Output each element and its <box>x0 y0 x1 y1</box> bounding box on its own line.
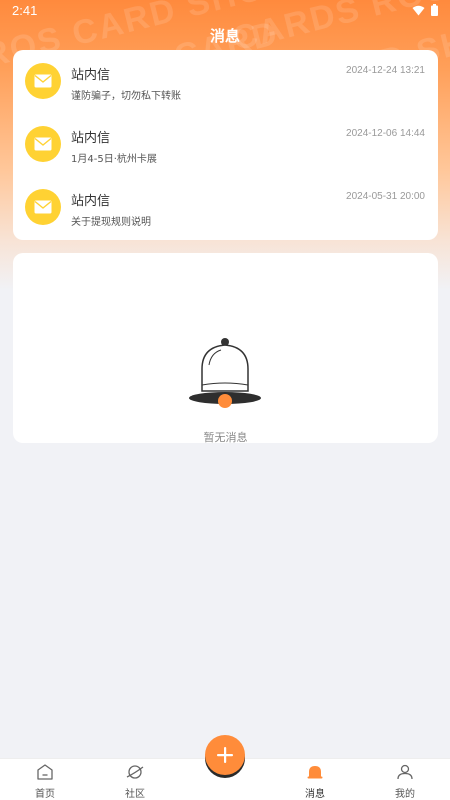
tab-label: 首页 <box>35 789 55 800</box>
message-avatar <box>25 63 61 99</box>
message-title: 站内信 <box>71 194 111 209</box>
message-preview: 1月4-5日·杭州卡展 <box>71 154 157 165</box>
tab-label: 我的 <box>395 789 415 800</box>
plus-icon <box>217 747 233 763</box>
message-item[interactable]: 站内信 2024-05-31 20:00 关于提现规则说明 <box>13 176 438 239</box>
message-time: 2024-12-06 14:44 <box>346 128 425 139</box>
tab-home[interactable]: 首页 <box>15 764 75 800</box>
message-title: 站内信 <box>71 131 111 146</box>
create-post-button[interactable] <box>205 735 245 775</box>
message-item[interactable]: 站内信 2024-12-06 14:44 1月4-5日·杭州卡展 <box>13 113 438 176</box>
envelope-icon <box>34 74 52 88</box>
status-time: 2:41 <box>12 3 38 18</box>
envelope-icon <box>34 200 52 214</box>
message-preview: 关于提现规则说明 <box>71 217 151 228</box>
user-icon <box>397 764 413 780</box>
message-avatar <box>25 189 61 225</box>
tab-messages[interactable]: 消息 <box>285 764 345 800</box>
battery-icon <box>431 4 438 16</box>
wifi-icon <box>412 5 425 15</box>
tab-label: 社区 <box>125 789 145 800</box>
envelope-icon <box>34 137 52 151</box>
message-time: 2024-12-24 13:21 <box>346 65 425 76</box>
empty-state-text: 暂无消息 <box>203 431 248 444</box>
page-title: 消息 <box>209 27 240 45</box>
message-preview: 谨防骗子，切勿私下转账 <box>71 91 181 102</box>
planet-icon <box>126 765 144 779</box>
tab-label: 消息 <box>305 789 325 800</box>
message-avatar <box>25 126 61 162</box>
bell-icon <box>307 766 323 779</box>
message-title: 站内信 <box>71 68 111 83</box>
home-icon <box>37 764 53 780</box>
bell-icon <box>189 338 261 408</box>
tab-profile[interactable]: 我的 <box>375 764 435 800</box>
tab-community[interactable]: 社区 <box>105 764 165 800</box>
empty-state: 暂无消息 <box>13 253 438 444</box>
message-list: 站内信 2024-12-24 13:21 谨防骗子，切勿私下转账 站内信 202… <box>13 50 438 240</box>
status-bar: 2:41 <box>0 0 450 22</box>
message-item[interactable]: 站内信 2024-12-24 13:21 谨防骗子，切勿私下转账 <box>13 50 438 113</box>
message-time: 2024-05-31 20:00 <box>346 191 425 202</box>
